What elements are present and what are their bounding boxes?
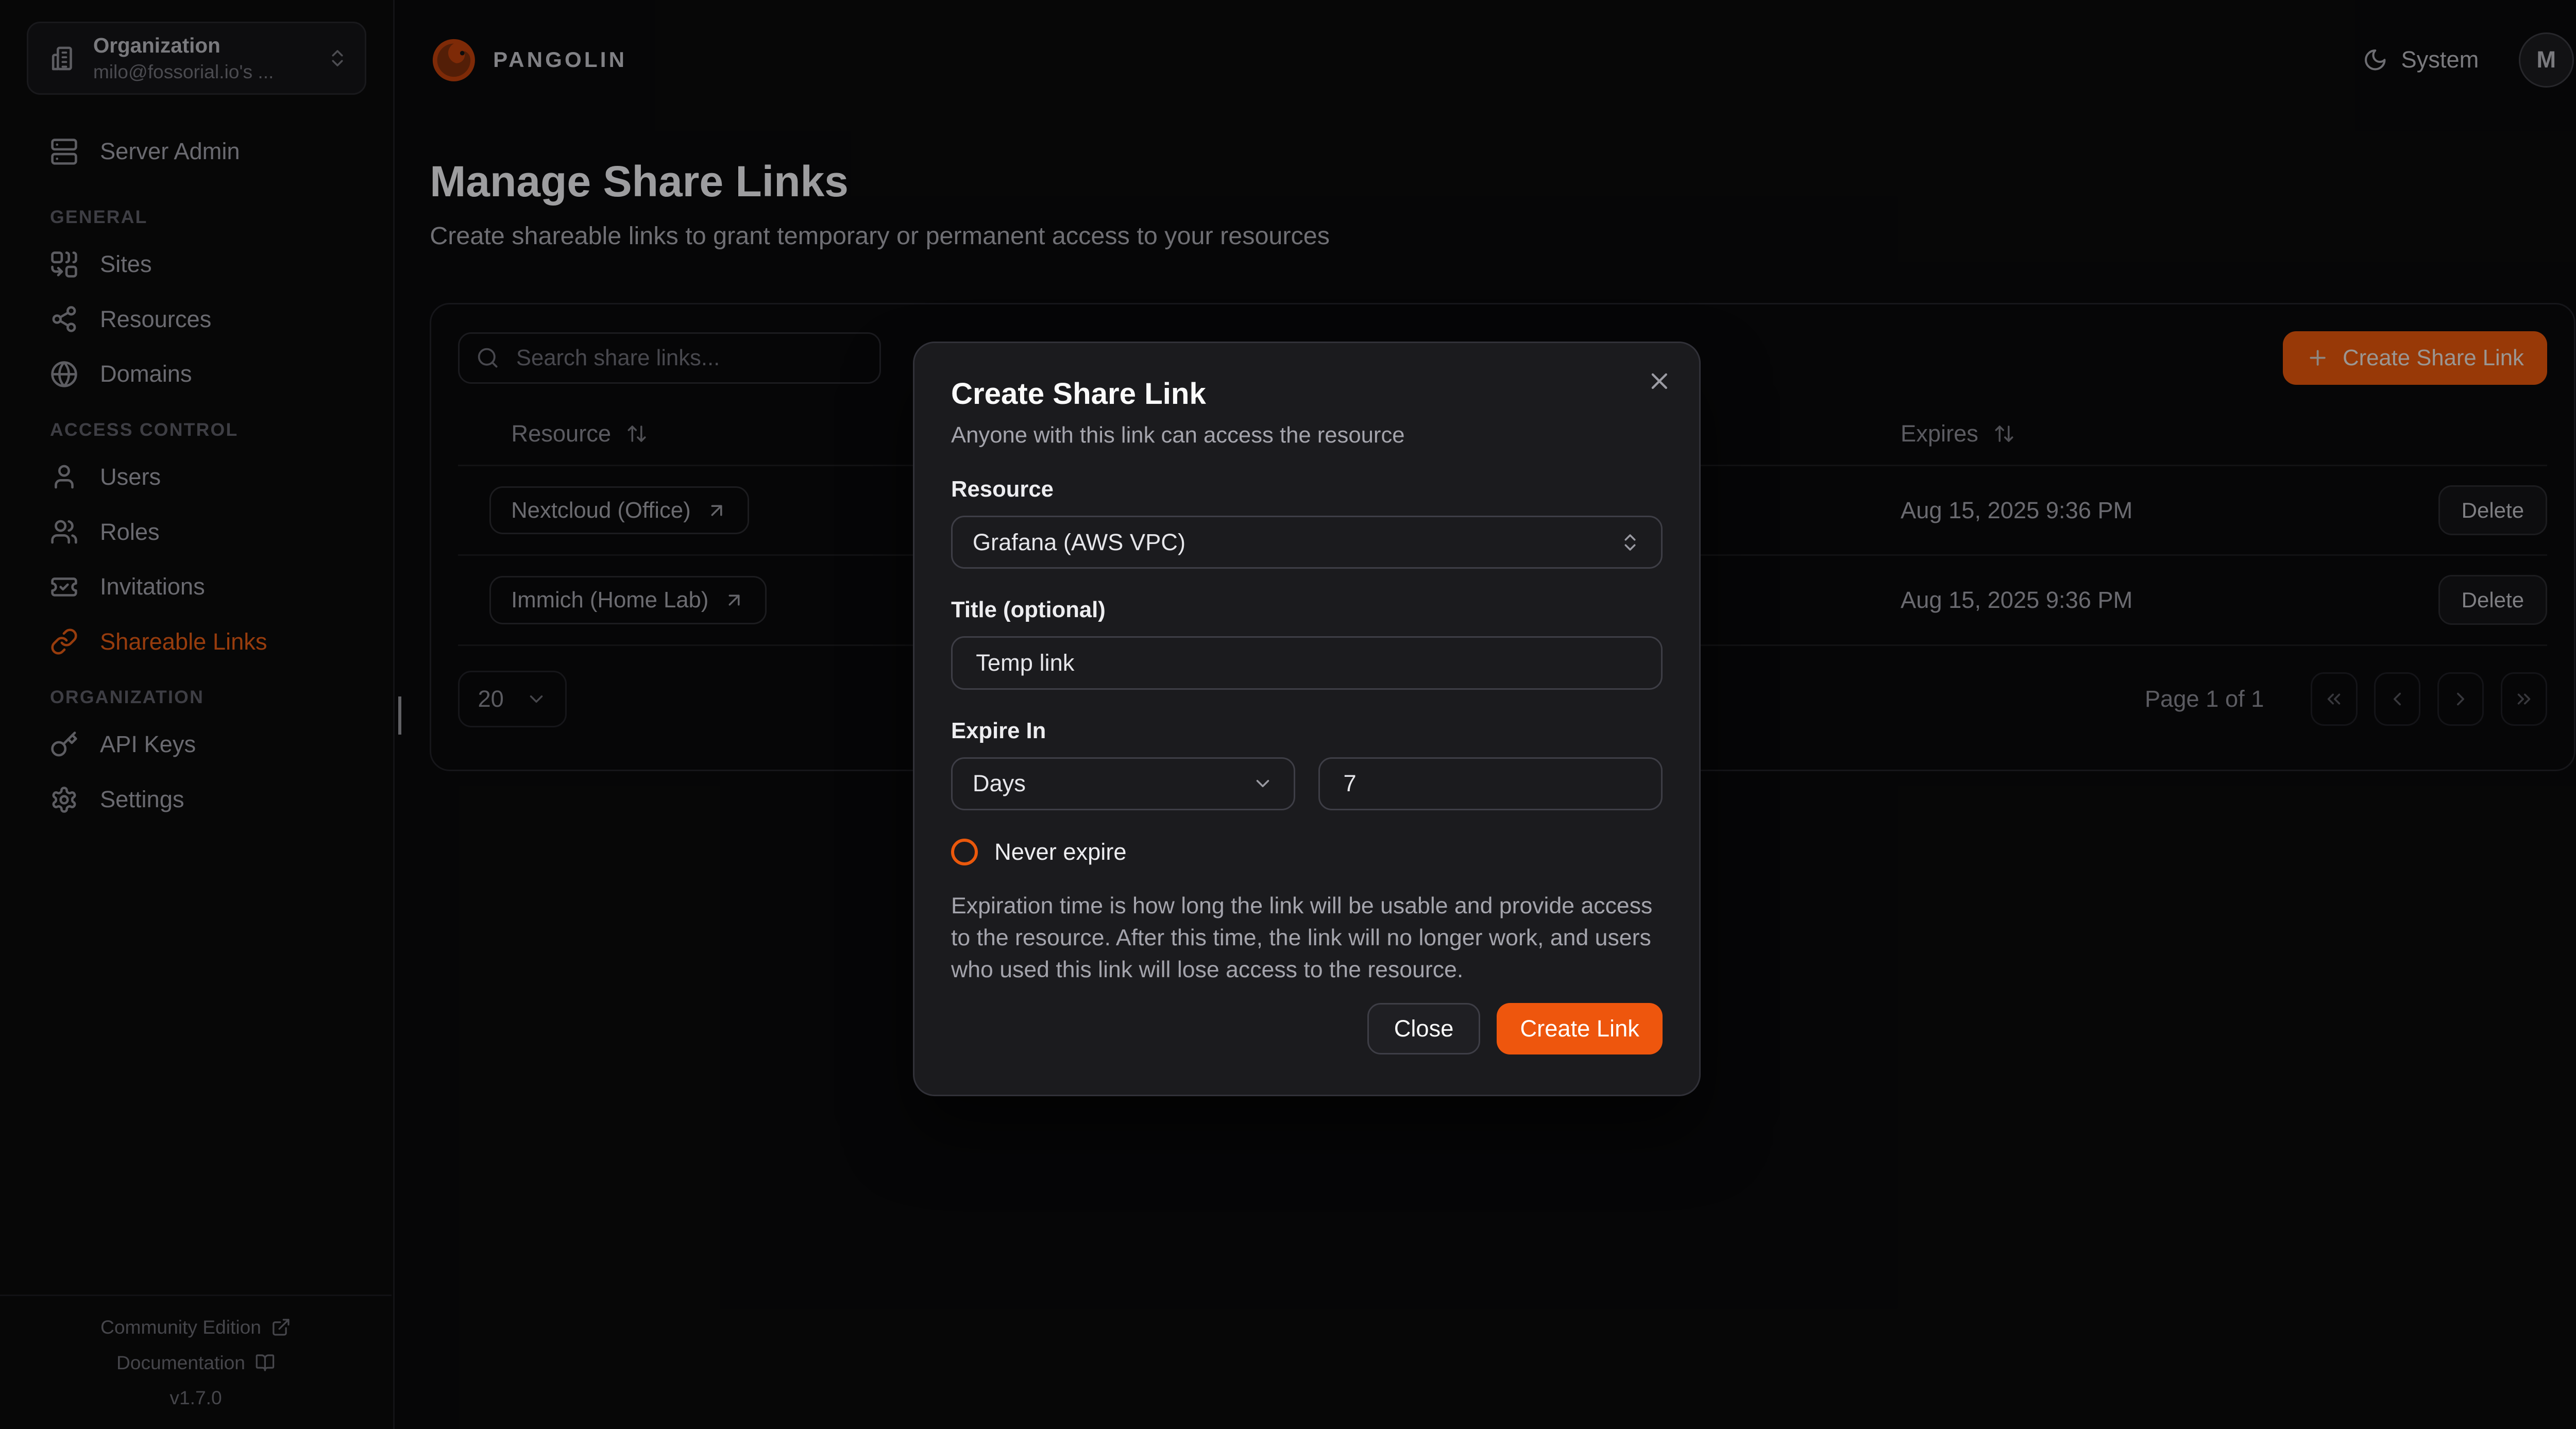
never-expire-label: Never expire xyxy=(994,839,1127,865)
chevrons-up-down-icon xyxy=(1619,532,1641,553)
expire-value-wrap xyxy=(1318,757,1663,810)
close-icon[interactable] xyxy=(1646,368,1673,395)
create-share-link-modal: Create Share Link Anyone with this link … xyxy=(913,342,1701,1096)
chevron-down-icon xyxy=(1252,773,1274,794)
expire-in-label: Expire In xyxy=(951,718,1663,744)
title-field[interactable] xyxy=(973,648,1641,678)
expire-value-input[interactable] xyxy=(1340,769,1641,798)
close-button[interactable]: Close xyxy=(1367,1003,1480,1054)
resource-label: Resource xyxy=(951,477,1663,502)
title-label: Title (optional) xyxy=(951,597,1663,623)
modal-subtitle: Anyone with this link can access the res… xyxy=(951,422,1663,448)
app-root: Organization milo@fossorial.io's ... Ser… xyxy=(0,0,2576,1429)
expiration-description: Expiration time is how long the link wil… xyxy=(951,890,1663,985)
modal-title: Create Share Link xyxy=(951,377,1663,411)
title-field-wrap xyxy=(951,636,1663,689)
create-link-button[interactable]: Create Link xyxy=(1497,1003,1663,1054)
resource-select[interactable]: Grafana (AWS VPC) xyxy=(951,516,1663,569)
expire-unit-select[interactable]: Days xyxy=(951,757,1295,810)
never-expire-row: Never expire xyxy=(951,839,1663,865)
never-expire-checkbox[interactable] xyxy=(951,839,978,865)
